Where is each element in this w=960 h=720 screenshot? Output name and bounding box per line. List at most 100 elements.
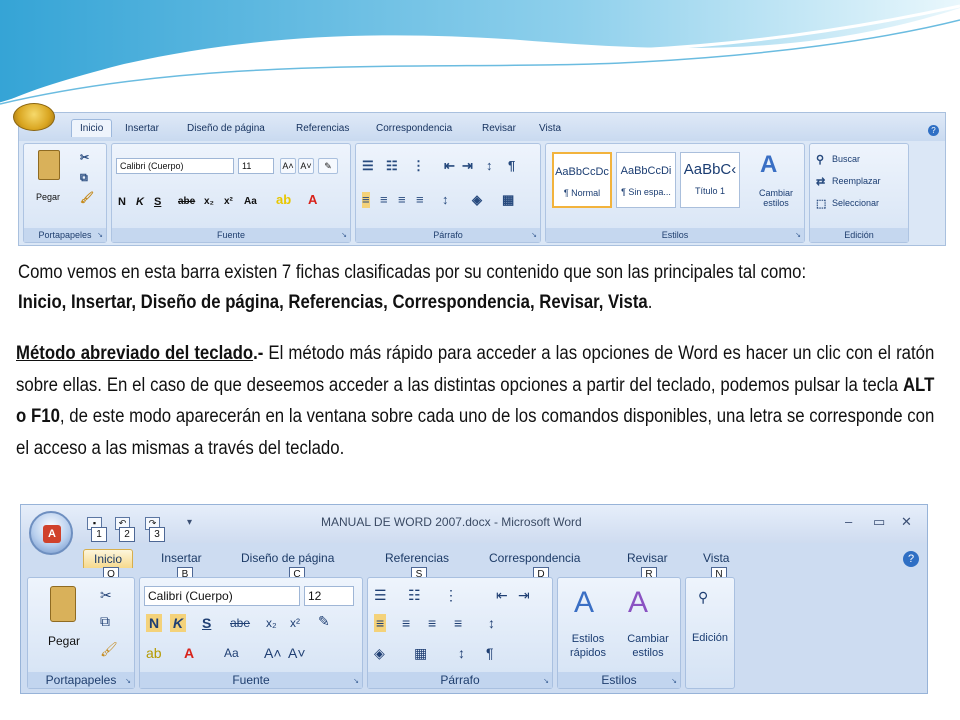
sort-icon[interactable]: ↕ — [486, 158, 493, 174]
quick-styles-label[interactable]: Estilos rápidos — [560, 632, 616, 660]
change-styles-icon[interactable]: A — [760, 152, 777, 178]
numbering-icon[interactable]: ☷ — [386, 158, 398, 174]
show-marks-icon[interactable]: ¶ — [486, 644, 494, 662]
tab-diseno-pagina[interactable]: Diseño de página — [187, 123, 265, 134]
sort-icon[interactable]: ↕ — [458, 644, 465, 662]
highlight-icon[interactable]: ab — [146, 644, 162, 662]
tab-correspondencia[interactable]: Correspondencia — [376, 123, 452, 134]
bullets-icon[interactable]: ☰ — [362, 158, 374, 174]
grow-font-icon[interactable]: A˄ — [280, 158, 296, 174]
bullets-icon[interactable]: ☰ — [374, 586, 387, 604]
help-icon[interactable]: ? — [928, 125, 939, 136]
clear-format-icon[interactable]: ✎ — [318, 158, 338, 174]
tab-vista[interactable]: Vista — [703, 551, 729, 565]
borders-icon[interactable]: ▦ — [414, 644, 427, 662]
style-titulo-1[interactable]: AaBbC‹ Título 1 — [680, 152, 740, 208]
help-icon[interactable]: ? — [903, 551, 919, 567]
decrease-indent-icon[interactable]: ⇤ — [496, 586, 508, 604]
italic-icon[interactable]: K — [170, 614, 187, 632]
clipboard-icon[interactable] — [38, 150, 60, 180]
strikethrough-icon[interactable]: abe — [178, 194, 195, 210]
tab-inicio[interactable]: Inicio — [83, 549, 134, 568]
cut-icon[interactable]: ✂ — [100, 586, 112, 604]
tab-diseno-pagina[interactable]: Diseño de página — [241, 551, 334, 565]
decrease-indent-icon[interactable]: ⇤ — [444, 158, 455, 174]
underline-icon[interactable]: S — [202, 614, 211, 632]
align-left-icon[interactable]: ≡ — [362, 192, 370, 208]
bold-icon[interactable]: N — [118, 194, 126, 210]
justify-icon[interactable]: ≡ — [454, 614, 462, 632]
dialog-launcher-icon[interactable]: ↘ — [97, 231, 103, 239]
align-center-icon[interactable]: ≡ — [402, 614, 410, 632]
tab-referencias[interactable]: Referencias — [385, 551, 449, 565]
bold-icon[interactable]: N — [146, 614, 163, 632]
increase-indent-icon[interactable]: ⇥ — [518, 586, 530, 604]
dialog-launcher-icon[interactable]: ↘ — [125, 677, 131, 685]
justify-icon[interactable]: ≡ — [416, 192, 424, 208]
superscript-icon[interactable]: x² — [290, 614, 300, 632]
font-color-icon[interactable]: A — [308, 192, 317, 208]
superscript-icon[interactable]: x² — [224, 194, 233, 210]
cut-icon[interactable]: ✂ — [80, 150, 89, 166]
replace-icon[interactable]: ⇄ — [816, 174, 825, 190]
font-name-select[interactable]: Calibri (Cuerpo) — [116, 158, 234, 174]
edicion-label[interactable]: Edición — [686, 632, 734, 644]
numbering-icon[interactable]: ☷ — [408, 586, 421, 604]
shading-icon[interactable]: ◈ — [472, 192, 482, 208]
font-name-select[interactable]: Calibri (Cuerpo) — [144, 586, 300, 606]
font-size-select[interactable]: 11 — [238, 158, 274, 174]
style-normal[interactable]: AaBbCcDc ¶ Normal — [552, 152, 612, 208]
borders-icon[interactable]: ▦ — [502, 192, 514, 208]
change-case-icon[interactable]: Aa — [224, 644, 239, 662]
shrink-font-icon[interactable]: A˅ — [298, 158, 314, 174]
line-spacing-icon[interactable]: ↕ — [442, 192, 449, 208]
clipboard-icon[interactable] — [50, 586, 76, 622]
tab-correspondencia[interactable]: Correspondencia — [489, 551, 580, 565]
tab-inicio[interactable]: Inicio — [71, 119, 113, 137]
reemplazar-button[interactable]: Reemplazar — [832, 176, 881, 186]
subscript-icon[interactable]: x₂ — [266, 614, 277, 632]
customize-qat-icon[interactable]: ▾ — [187, 517, 192, 528]
change-case-icon[interactable]: Aa — [244, 194, 257, 210]
align-right-icon[interactable]: ≡ — [428, 614, 436, 632]
office-button[interactable] — [13, 103, 55, 131]
select-icon[interactable]: ⬚ — [816, 196, 826, 212]
seleccionar-button[interactable]: Seleccionar — [832, 198, 879, 208]
grow-font-icon[interactable]: A˄ — [264, 644, 282, 662]
paste-label[interactable]: Pegar — [36, 192, 60, 202]
clear-format-icon[interactable]: ✎ — [318, 612, 330, 630]
dialog-launcher-icon[interactable]: ↘ — [353, 677, 359, 685]
shading-icon[interactable]: ◈ — [374, 644, 385, 662]
tab-revisar[interactable]: Revisar — [627, 551, 668, 565]
italic-icon[interactable]: K — [136, 194, 144, 210]
dialog-launcher-icon[interactable]: ↘ — [671, 677, 677, 685]
dialog-launcher-icon[interactable]: ↘ — [531, 231, 537, 239]
find-icon[interactable]: ⚲ — [816, 152, 824, 168]
line-spacing-icon[interactable]: ↕ — [488, 614, 495, 632]
tab-revisar[interactable]: Revisar — [482, 123, 516, 134]
multilevel-list-icon[interactable]: ⋮ — [444, 586, 458, 604]
change-styles-label[interactable]: Cambiar estilos — [620, 632, 676, 660]
subscript-icon[interactable]: x₂ — [204, 194, 214, 210]
dialog-launcher-icon[interactable]: ↘ — [341, 231, 347, 239]
strikethrough-icon[interactable]: abe — [230, 614, 250, 632]
format-painter-icon[interactable]: 🖌 — [100, 640, 118, 658]
tab-insertar[interactable]: Insertar — [125, 123, 159, 134]
format-painter-icon[interactable]: 🖌 — [80, 190, 94, 206]
office-button[interactable]: A — [29, 511, 73, 555]
restore-icon[interactable]: ▭ — [873, 514, 885, 530]
align-right-icon[interactable]: ≡ — [398, 192, 406, 208]
change-styles-label[interactable]: Cambiar estilos — [751, 188, 801, 208]
quick-styles-icon[interactable]: A — [574, 586, 594, 620]
font-size-select[interactable]: 12 — [304, 586, 354, 606]
dialog-launcher-icon[interactable]: ↘ — [795, 231, 801, 239]
tab-insertar[interactable]: Insertar — [161, 551, 202, 565]
copy-icon[interactable]: ⧉ — [80, 170, 88, 186]
show-marks-icon[interactable]: ¶ — [508, 158, 515, 174]
font-color-icon[interactable]: A — [184, 644, 194, 662]
tab-vista[interactable]: Vista — [539, 123, 561, 134]
multilevel-list-icon[interactable]: ⋮ — [412, 158, 425, 174]
align-center-icon[interactable]: ≡ — [380, 192, 388, 208]
style-sin-espaciado[interactable]: AaBbCcDi ¶ Sin espa... — [616, 152, 676, 208]
buscar-button[interactable]: Buscar — [832, 154, 860, 164]
